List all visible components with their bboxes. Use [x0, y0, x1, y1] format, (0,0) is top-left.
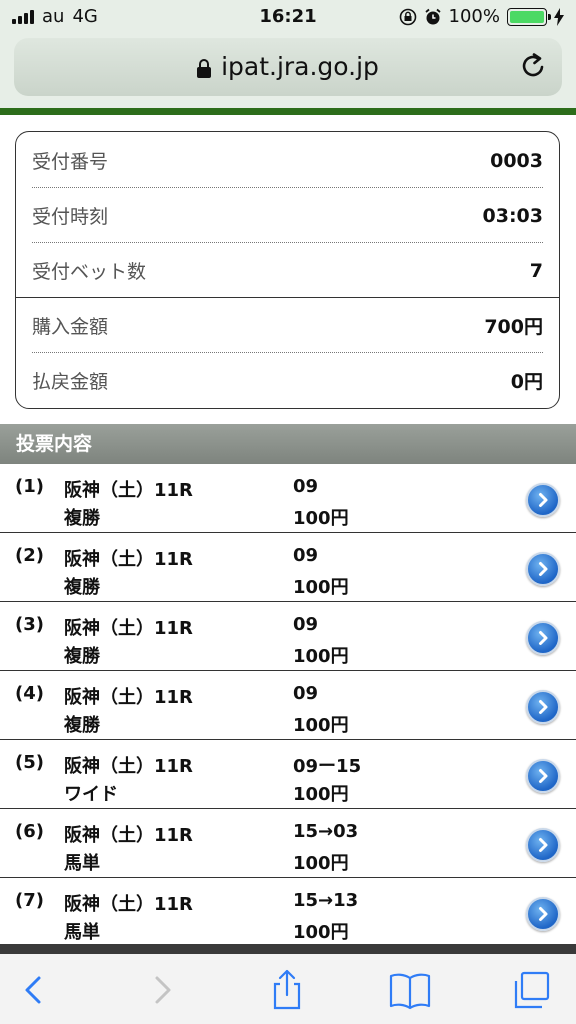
forward-icon[interactable] — [140, 968, 184, 1012]
bet-race: 阪神（土）11R — [64, 480, 193, 501]
bet-combo: 09 — [293, 476, 319, 497]
bet-combo: 15→13 — [293, 890, 359, 911]
summary-label: 購入金額 — [32, 316, 109, 338]
reload-icon[interactable] — [520, 52, 548, 80]
summary-row-bet-count: 受付ベット数 7 — [32, 243, 543, 298]
bet-index: (6) — [15, 821, 44, 842]
url-text: ipat.jra.go.jp — [221, 52, 379, 81]
content-bottom-border — [0, 944, 576, 954]
battery-icon — [507, 7, 551, 26]
share-icon[interactable] — [265, 968, 309, 1012]
bet-type: 複勝 — [64, 715, 100, 736]
bet-race: 阪神（土）11R — [64, 687, 193, 708]
address-bar[interactable]: ipat.jra.go.jp — [14, 38, 562, 96]
bet-amount: 100円 — [293, 508, 349, 529]
battery-percent: 100% — [448, 6, 500, 27]
status-right: 100% — [399, 6, 564, 27]
summary-value: 0003 — [490, 149, 543, 172]
chevron-right-icon[interactable] — [526, 552, 560, 586]
list-item[interactable]: (3) 阪神（土）11R 複勝 09 100円 — [0, 602, 576, 671]
bet-amount: 100円 — [293, 853, 349, 874]
bet-amount: 100円 — [293, 646, 349, 667]
bet-type: 馬単 — [64, 922, 100, 943]
bet-race: 阪神（土）11R — [64, 825, 193, 846]
bet-combo: 09ー15 — [293, 756, 362, 777]
summary-row-purchase-amount: 購入金額 700円 — [32, 298, 543, 353]
browser-toolbar — [0, 954, 576, 1024]
url-display[interactable]: ipat.jra.go.jp — [14, 52, 562, 81]
bet-type: 複勝 — [64, 646, 100, 667]
chevron-right-icon[interactable] — [526, 483, 560, 517]
summary-value: 7 — [529, 259, 543, 282]
summary-row-receipt-number: 受付番号 0003 — [32, 133, 543, 188]
chevron-right-icon[interactable] — [526, 621, 560, 655]
alarm-icon — [424, 8, 441, 24]
browser-top: ipat.jra.go.jp — [0, 34, 576, 108]
list-item[interactable]: (2) 阪神（土）11R 複勝 09 100円 — [0, 533, 576, 602]
bet-combo: 09 — [293, 683, 319, 704]
summary-row-payout-amount: 払戻金額 0円 — [32, 353, 543, 408]
bet-amount: 100円 — [293, 577, 349, 598]
back-icon[interactable] — [12, 968, 56, 1012]
header-divider — [0, 108, 576, 115]
bet-amount: 100円 — [293, 922, 349, 943]
bet-race: 阪神（土）11R — [64, 618, 193, 639]
summary-value: 03:03 — [482, 204, 543, 227]
chevron-right-icon[interactable] — [526, 828, 560, 862]
list-item[interactable]: (1) 阪神（土）11R 複勝 09 100円 — [0, 464, 576, 533]
bet-index: (3) — [15, 614, 44, 635]
bet-race: 阪神（土）11R — [64, 549, 193, 570]
bet-index: (4) — [15, 683, 44, 704]
summary-row-receipt-time: 受付時刻 03:03 — [32, 188, 543, 243]
bet-index: (5) — [15, 752, 44, 773]
summary-value: 0円 — [510, 371, 543, 393]
tabs-icon[interactable] — [510, 968, 554, 1012]
bet-amount: 100円 — [293, 784, 349, 805]
summary-box: 受付番号 0003 受付時刻 03:03 受付ベット数 7 購入金額 700円 … — [15, 131, 560, 409]
summary-label: 払戻金額 — [32, 371, 109, 393]
bet-type: ワイド — [64, 784, 118, 805]
bet-race: 阪神（土）11R — [64, 894, 193, 915]
bet-index: (1) — [15, 476, 44, 497]
list-item[interactable]: (6) 阪神（土）11R 馬単 15→03 100円 — [0, 809, 576, 878]
bet-combo: 09 — [293, 614, 319, 635]
list-item[interactable]: (5) 阪神（土）11R ワイド 09ー15 100円 — [0, 740, 576, 809]
bet-list: (1) 阪神（土）11R 複勝 09 100円 (2) 阪神（土）11R 複勝 … — [0, 464, 576, 947]
lock-icon — [197, 59, 212, 78]
chevron-right-icon[interactable] — [526, 690, 560, 724]
bet-amount: 100円 — [293, 715, 349, 736]
orientation-lock-icon — [399, 8, 416, 25]
bet-type: 馬単 — [64, 853, 100, 874]
status-bar: au 4G 16:21 100% — [0, 0, 576, 34]
battery-fill — [510, 10, 544, 23]
bet-combo: 09 — [293, 545, 319, 566]
section-title: 投票内容 — [0, 424, 576, 464]
list-item[interactable]: (4) 阪神（土）11R 複勝 09 100円 — [0, 671, 576, 740]
chevron-right-icon[interactable] — [526, 897, 560, 931]
summary-label: 受付時刻 — [32, 206, 109, 228]
bet-index: (7) — [15, 890, 44, 911]
bet-race: 阪神（土）11R — [64, 756, 193, 777]
bet-type: 複勝 — [64, 577, 100, 598]
bet-type: 複勝 — [64, 508, 100, 529]
bet-index: (2) — [15, 545, 44, 566]
list-item[interactable]: (7) 阪神（土）11R 馬単 15→13 100円 — [0, 878, 576, 947]
summary-label: 受付ベット数 — [32, 261, 147, 283]
summary-label: 受付番号 — [32, 151, 109, 173]
summary-value: 700円 — [484, 316, 543, 338]
bet-combo: 15→03 — [293, 821, 359, 842]
chevron-right-icon[interactable] — [526, 759, 560, 793]
charging-icon — [554, 7, 564, 26]
bookmarks-icon[interactable] — [388, 968, 432, 1012]
